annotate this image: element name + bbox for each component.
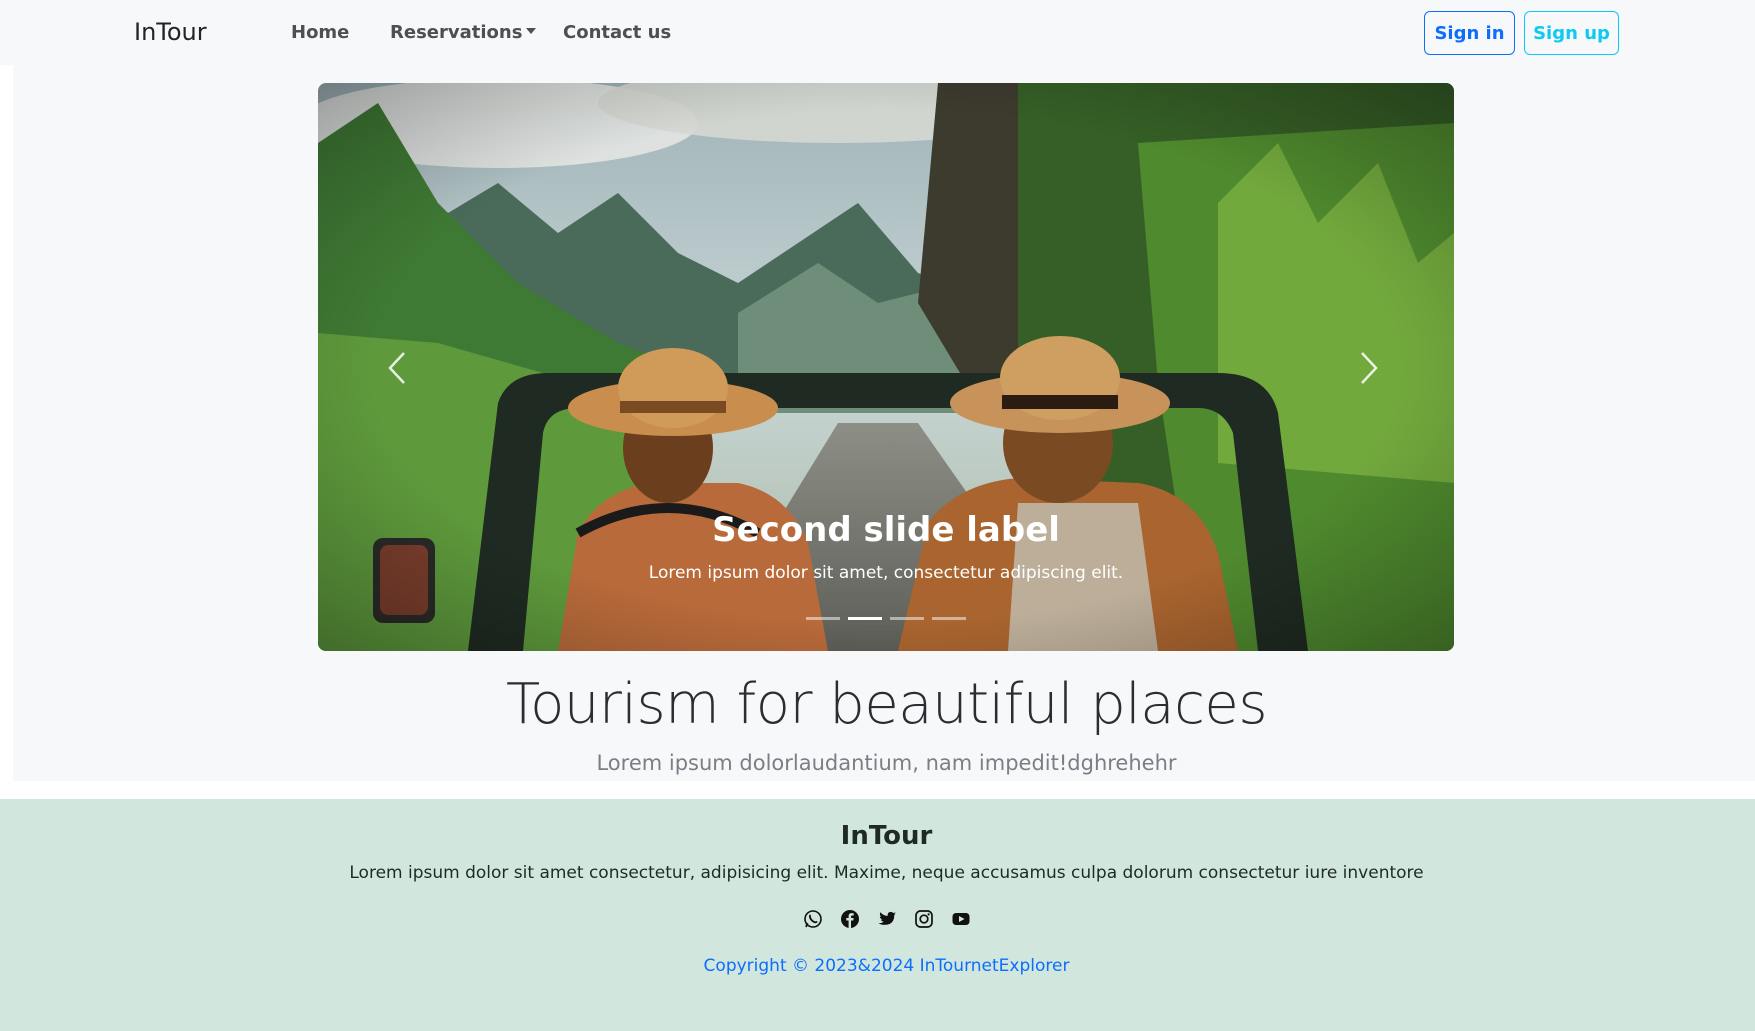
caret-down-icon <box>526 28 537 34</box>
copyright-link[interactable]: Copyright © 2023&2024 InTournetExplorer <box>0 956 1755 976</box>
carousel-caption-text: Lorem ipsum dolor sit amet, consectetur … <box>648 563 1124 583</box>
chevron-left-icon <box>388 352 405 384</box>
brand-logo[interactable]: InTour <box>134 18 207 46</box>
carousel-indicator[interactable] <box>932 617 966 620</box>
navbar: InTour Home Reservations Contact us Sign… <box>0 0 1755 65</box>
chevron-right-icon <box>1361 352 1378 384</box>
carousel-indicator[interactable] <box>806 617 840 620</box>
footer-brand: InTour <box>840 821 933 851</box>
carousel-caption-title: Second slide label <box>712 510 1060 550</box>
whatsapp-icon[interactable] <box>803 909 823 929</box>
youtube-icon[interactable] <box>951 909 971 929</box>
footer-description: Lorem ipsum dolor sit amet consectetur, … <box>349 863 1424 883</box>
nav-reservations-label: Reservations <box>390 22 523 43</box>
footer: InTour Lorem ipsum dolor sit amet consec… <box>0 799 1755 1031</box>
sign-in-button[interactable]: Sign in <box>1424 11 1515 55</box>
carousel-next-button[interactable] <box>1348 333 1388 403</box>
carousel-indicators <box>318 617 1454 620</box>
facebook-icon[interactable] <box>840 909 860 929</box>
nav-home-link[interactable]: Home <box>291 22 349 43</box>
instagram-icon[interactable] <box>914 909 934 929</box>
twitter-icon[interactable] <box>877 909 897 929</box>
image-carousel: Second slide label Lorem ipsum dolor sit… <box>318 83 1454 651</box>
hero-subtitle: Lorem ipsum dolorlaudantium, nam impedit… <box>596 751 1177 775</box>
carousel-prev-button[interactable] <box>378 333 418 403</box>
social-links <box>0 909 1755 929</box>
carousel-indicator[interactable] <box>890 617 924 620</box>
nav-contact-link[interactable]: Contact us <box>563 22 671 43</box>
nav-reservations-dropdown[interactable]: Reservations <box>390 22 537 43</box>
carousel-indicator[interactable] <box>848 617 882 620</box>
sign-up-button[interactable]: Sign up <box>1524 11 1619 55</box>
hero-title: Tourism for beautiful places <box>505 672 1268 737</box>
